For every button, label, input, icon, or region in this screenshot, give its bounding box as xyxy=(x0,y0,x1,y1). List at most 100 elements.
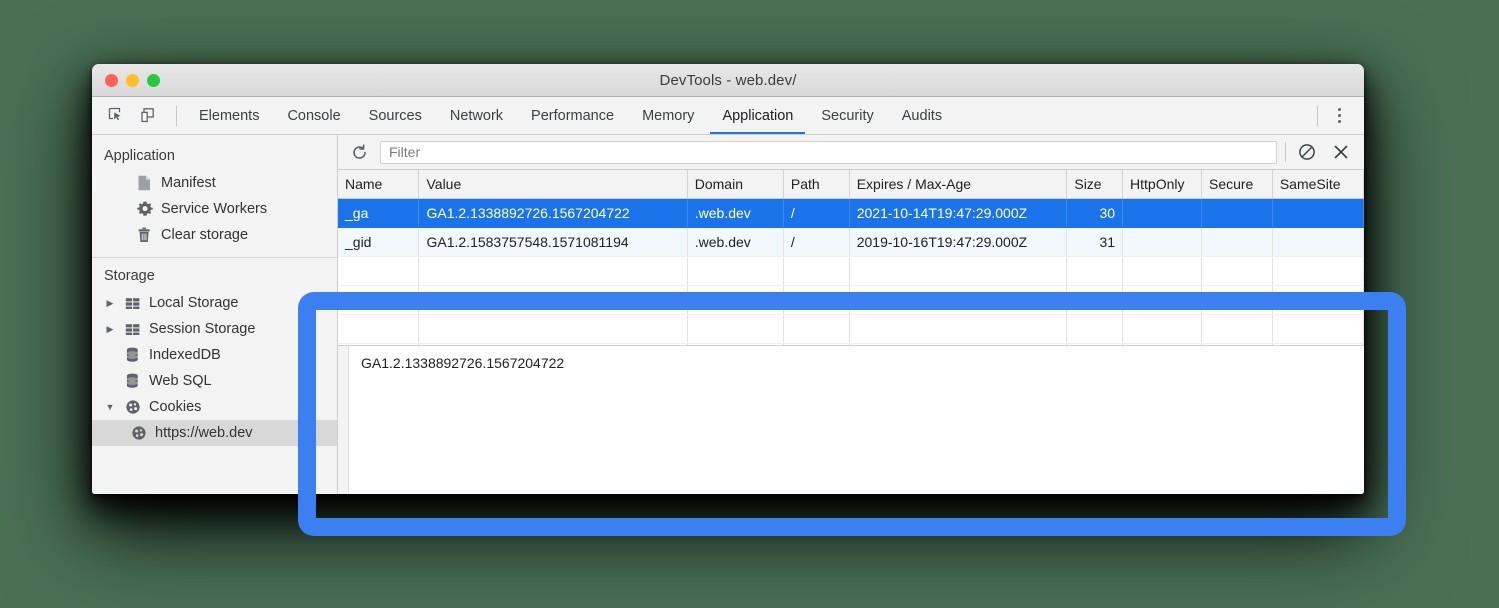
device-toolbar-icon[interactable] xyxy=(134,102,162,130)
trash-icon xyxy=(136,227,153,244)
preview-gutter xyxy=(338,346,349,494)
cell-httponly xyxy=(1123,228,1202,257)
tab-performance[interactable]: Performance xyxy=(517,97,628,134)
tab-performance-label: Performance xyxy=(531,108,614,124)
cookie-value-preview-text: GA1.2.1338892726.1567204722 xyxy=(349,346,576,494)
table-header-row: Name Value Domain Path Expires / Max-Age… xyxy=(338,170,1364,199)
cell-domain: .web.dev xyxy=(687,228,783,257)
tab-security-label: Security xyxy=(821,108,873,124)
table-row-empty[interactable] xyxy=(338,315,1364,344)
refresh-icon[interactable] xyxy=(346,139,372,165)
chevron-right-icon[interactable]: ▶ xyxy=(104,298,116,309)
cell-expires: 2019-10-16T19:47:29.000Z xyxy=(849,228,1067,257)
window-traffic-lights xyxy=(105,64,160,96)
table-row-empty[interactable] xyxy=(338,286,1364,315)
sidebar-item-session-storage[interactable]: ▶ Session Storage xyxy=(92,316,337,342)
sidebar-item-local-storage-label: Local Storage xyxy=(149,296,238,311)
sidebar-item-indexeddb[interactable]: IndexedDB xyxy=(92,342,337,368)
sidebar-item-cookies-label: Cookies xyxy=(149,400,201,415)
cell-name: _ga xyxy=(338,199,419,228)
maximize-window-button[interactable] xyxy=(147,74,160,87)
sidebar-item-session-storage-label: Session Storage xyxy=(149,322,255,337)
devtools-tool-icons xyxy=(92,97,168,134)
close-window-button[interactable] xyxy=(105,74,118,87)
filterbar-divider xyxy=(1285,142,1286,162)
cell-size: 31 xyxy=(1067,228,1123,257)
table-row[interactable]: _gid GA1.2.1583757548.1571081194 .web.de… xyxy=(338,228,1364,257)
table-row[interactable]: _ga GA1.2.1338892726.1567204722 .web.dev… xyxy=(338,199,1364,228)
cell-samesite xyxy=(1272,199,1363,228)
tab-console-label: Console xyxy=(287,108,340,124)
cell-value: GA1.2.1338892726.1567204722 xyxy=(419,199,687,228)
tab-application[interactable]: Application xyxy=(708,97,807,134)
tab-audits-label: Audits xyxy=(902,108,942,124)
cell-domain: .web.dev xyxy=(687,199,783,228)
sidebar-item-clear-storage[interactable]: Clear storage xyxy=(92,222,337,248)
tabstrip-right-divider xyxy=(1317,106,1318,126)
cell-name: _gid xyxy=(338,228,419,257)
inspect-element-icon[interactable] xyxy=(102,102,130,130)
tab-console[interactable]: Console xyxy=(273,97,354,134)
tab-memory-label: Memory xyxy=(642,108,694,124)
cookies-table: Name Value Domain Path Expires / Max-Age… xyxy=(338,170,1364,345)
column-header-samesite[interactable]: SameSite xyxy=(1272,170,1363,199)
filter-input[interactable] xyxy=(380,141,1277,164)
table-icon xyxy=(124,321,141,338)
chevron-down-icon[interactable]: ▼ xyxy=(104,402,116,412)
tab-sources[interactable]: Sources xyxy=(355,97,436,134)
column-header-secure[interactable]: Secure xyxy=(1201,170,1272,199)
tab-memory[interactable]: Memory xyxy=(628,97,708,134)
sidebar-item-clear-storage-label: Clear storage xyxy=(161,228,248,243)
cell-path: / xyxy=(783,199,849,228)
document-icon xyxy=(136,175,153,192)
column-header-value[interactable]: Value xyxy=(419,170,687,199)
cell-expires: 2021-10-14T19:47:29.000Z xyxy=(849,199,1067,228)
table-icon xyxy=(124,295,141,312)
tab-audits[interactable]: Audits xyxy=(888,97,956,134)
minimize-window-button[interactable] xyxy=(126,74,139,87)
devtools-body: Application Manifest xyxy=(92,135,1364,494)
cell-secure xyxy=(1201,228,1272,257)
tab-elements[interactable]: Elements xyxy=(185,97,273,134)
column-header-name[interactable]: Name xyxy=(338,170,419,199)
sidebar-item-cookies-webdev[interactable]: https://web.dev xyxy=(92,420,337,446)
table-row-empty[interactable] xyxy=(338,257,1364,286)
sidebar-section-storage-title: Storage xyxy=(92,264,337,290)
screenshot-stage: DevTools - web.dev/ xyxy=(0,0,1499,608)
cookie-icon xyxy=(130,425,147,442)
cookie-value-preview-panel: GA1.2.1338892726.1567204722 xyxy=(338,345,1364,494)
column-header-httponly[interactable]: HttpOnly xyxy=(1123,170,1202,199)
sidebar-item-local-storage[interactable]: ▶ Local Storage xyxy=(92,290,337,316)
tab-network[interactable]: Network xyxy=(436,97,517,134)
cell-samesite xyxy=(1272,228,1363,257)
close-icon[interactable] xyxy=(1328,139,1354,165)
cell-size: 30 xyxy=(1067,199,1123,228)
sidebar-item-service-workers[interactable]: Service Workers xyxy=(92,196,337,222)
database-icon xyxy=(124,347,141,364)
sidebar-item-cookies[interactable]: ▼ Cookies xyxy=(92,394,337,420)
chevron-right-icon[interactable]: ▶ xyxy=(104,324,116,335)
sidebar-item-cookies-webdev-label: https://web.dev xyxy=(155,426,253,441)
devtools-tabs: Elements Console Sources Network Perform… xyxy=(185,97,1309,134)
column-header-size[interactable]: Size xyxy=(1067,170,1123,199)
sidebar-section-application-title: Application xyxy=(92,144,337,170)
column-header-expires[interactable]: Expires / Max-Age xyxy=(849,170,1067,199)
tab-application-label: Application xyxy=(722,108,793,124)
sidebar-item-web-sql-label: Web SQL xyxy=(149,374,212,389)
cookies-panel: Name Value Domain Path Expires / Max-Age… xyxy=(338,135,1364,494)
kebab-menu-icon[interactable] xyxy=(1326,103,1352,129)
tab-security[interactable]: Security xyxy=(807,97,887,134)
cell-httponly xyxy=(1123,199,1202,228)
sidebar-item-service-workers-label: Service Workers xyxy=(161,202,267,217)
clear-cookies-icon[interactable] xyxy=(1294,139,1320,165)
database-icon xyxy=(124,373,141,390)
devtools-window: DevTools - web.dev/ xyxy=(92,64,1364,494)
sidebar-item-web-sql[interactable]: Web SQL xyxy=(92,368,337,394)
tab-elements-label: Elements xyxy=(199,108,259,124)
sidebar-item-manifest[interactable]: Manifest xyxy=(92,170,337,196)
column-header-path[interactable]: Path xyxy=(783,170,849,199)
cookies-filterbar xyxy=(338,135,1364,170)
devtools-tabstrip: Elements Console Sources Network Perform… xyxy=(92,97,1364,135)
gear-icon xyxy=(136,201,153,218)
column-header-domain[interactable]: Domain xyxy=(687,170,783,199)
